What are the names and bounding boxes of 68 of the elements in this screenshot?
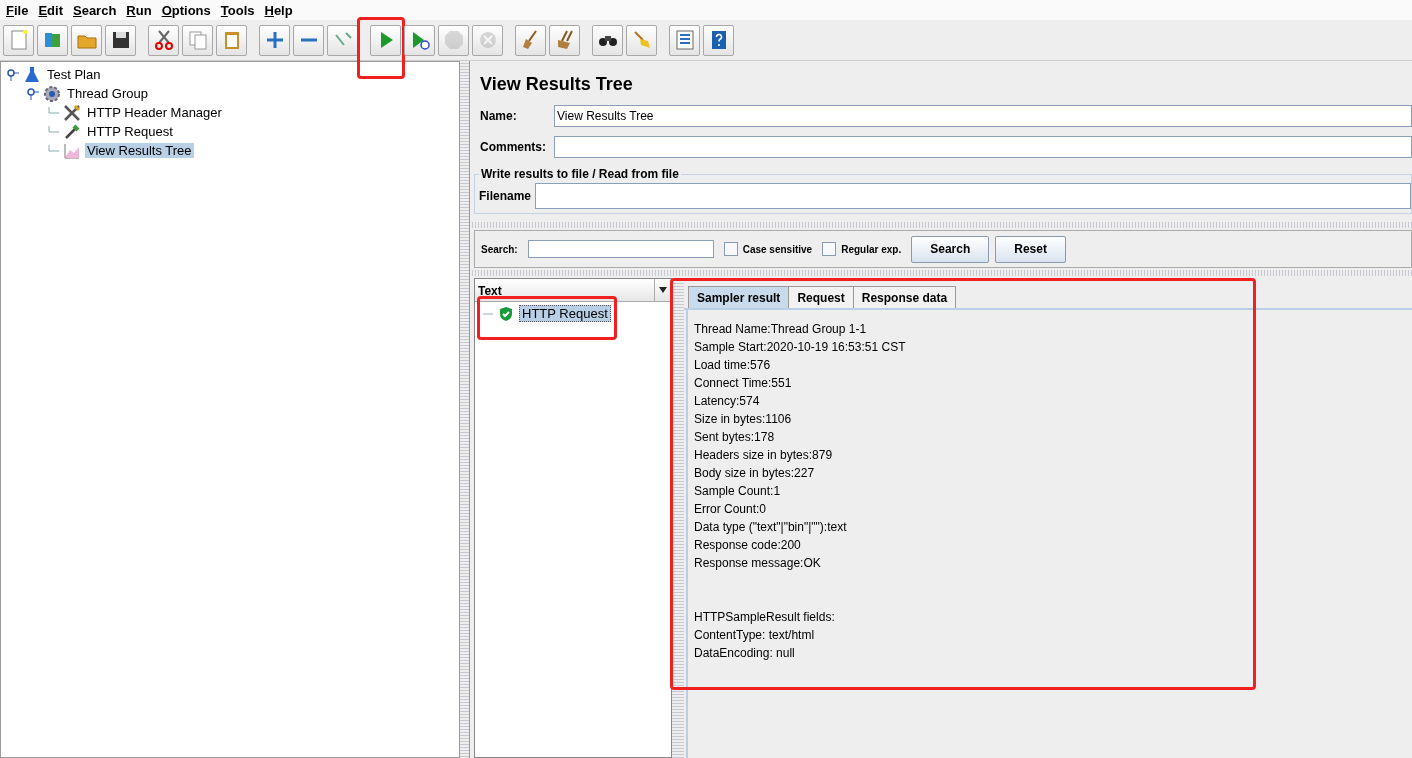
menu-item[interactable]: Options [157, 2, 215, 18]
filename-field[interactable] [535, 183, 1411, 209]
menu-item[interactable]: Edit [34, 2, 67, 18]
tree-item[interactable]: HTTP Request [85, 124, 175, 139]
expanded-handle-icon[interactable] [7, 68, 19, 81]
result-line: Latency:574 [694, 394, 761, 410]
result-line: Response code:200 [694, 538, 802, 554]
result-line: Data type ("text"|"bin"|""):text [694, 520, 848, 536]
minus-icon [300, 38, 317, 42]
result-line: Sample Count:1 [694, 484, 782, 500]
result-line: Error Count:0 [694, 502, 768, 518]
gear-icon [43, 84, 61, 103]
menu-item[interactable]: File [2, 2, 33, 18]
result-line: Size in bytes:1106 [694, 412, 793, 428]
field-label: Name: [480, 109, 518, 123]
tab[interactable]: Sampler result [688, 286, 790, 308]
result-line: Sent bytes:178 [694, 430, 776, 446]
plus-icon [266, 32, 283, 48]
menu-item[interactable]: Search [69, 2, 121, 18]
search-button[interactable]: Reset [995, 235, 1066, 263]
chart-icon [63, 141, 81, 160]
result-line: HTTPSampleResult fields: [694, 610, 836, 626]
checkbox-label: Regular exp. [841, 243, 902, 255]
result-line: ContentType: text/html [694, 628, 816, 644]
menu-item[interactable]: Run [122, 2, 156, 18]
checkbox-label: Case sensitive [742, 243, 813, 255]
result-line: Headers size in bytes:879 [694, 448, 834, 464]
tree-item[interactable]: Thread Group [65, 86, 150, 101]
search-button[interactable]: Search [911, 235, 990, 263]
checkbox[interactable] [822, 242, 837, 256]
tab[interactable]: Response data [852, 286, 957, 308]
field-label: Search: [481, 243, 518, 255]
panel-title: View Results Tree [480, 74, 634, 95]
result-line: Thread Name:Thread Group 1-1 [694, 322, 868, 338]
toolbar-button[interactable] [592, 24, 623, 56]
toolbar-button[interactable] [703, 24, 734, 56]
stop-icon [442, 29, 465, 51]
name-field[interactable]: View Results Tree [554, 105, 1412, 127]
tree-item[interactable]: View Results Tree [85, 143, 194, 158]
comments-field[interactable] [554, 136, 1412, 158]
tab[interactable]: Request [788, 286, 854, 308]
list-icon [673, 29, 696, 51]
column-header: Text [477, 283, 503, 300]
pipette-icon [63, 122, 81, 141]
toolbar-button[interactable] [105, 24, 136, 56]
expanded-handle-icon[interactable] [27, 87, 39, 100]
group-title: Write results to file / Read from file [480, 167, 680, 181]
result-line: DataEncoding: null [694, 646, 796, 662]
scissors-icon [152, 29, 175, 51]
menu-item[interactable]: Tools [216, 2, 259, 18]
result-line: Sample Start:2020-10-19 16:53:51 CST [694, 340, 907, 356]
checkbox[interactable] [723, 242, 738, 256]
result-line: Load time:576 [694, 358, 772, 374]
result-line: Body size in bytes:227 [694, 466, 816, 482]
field-label: Comments: [480, 140, 547, 154]
menu-item[interactable]: Help [260, 2, 297, 18]
tree-item[interactable]: HTTP Header Manager [85, 105, 224, 120]
dropdown-arrow-icon[interactable] [659, 287, 667, 293]
tree-line [483, 311, 493, 316]
tree-item[interactable]: Test Plan [45, 67, 103, 82]
copy-icon [186, 29, 209, 51]
search-field[interactable] [527, 240, 714, 258]
field-label: Filename [479, 189, 532, 203]
result-line: Response message:OK [694, 556, 822, 572]
result-line: Connect Time:551 [694, 376, 793, 392]
tools-icon [63, 103, 81, 122]
flask-icon [23, 65, 41, 84]
result-item[interactable]: HTTP Request [519, 305, 611, 322]
